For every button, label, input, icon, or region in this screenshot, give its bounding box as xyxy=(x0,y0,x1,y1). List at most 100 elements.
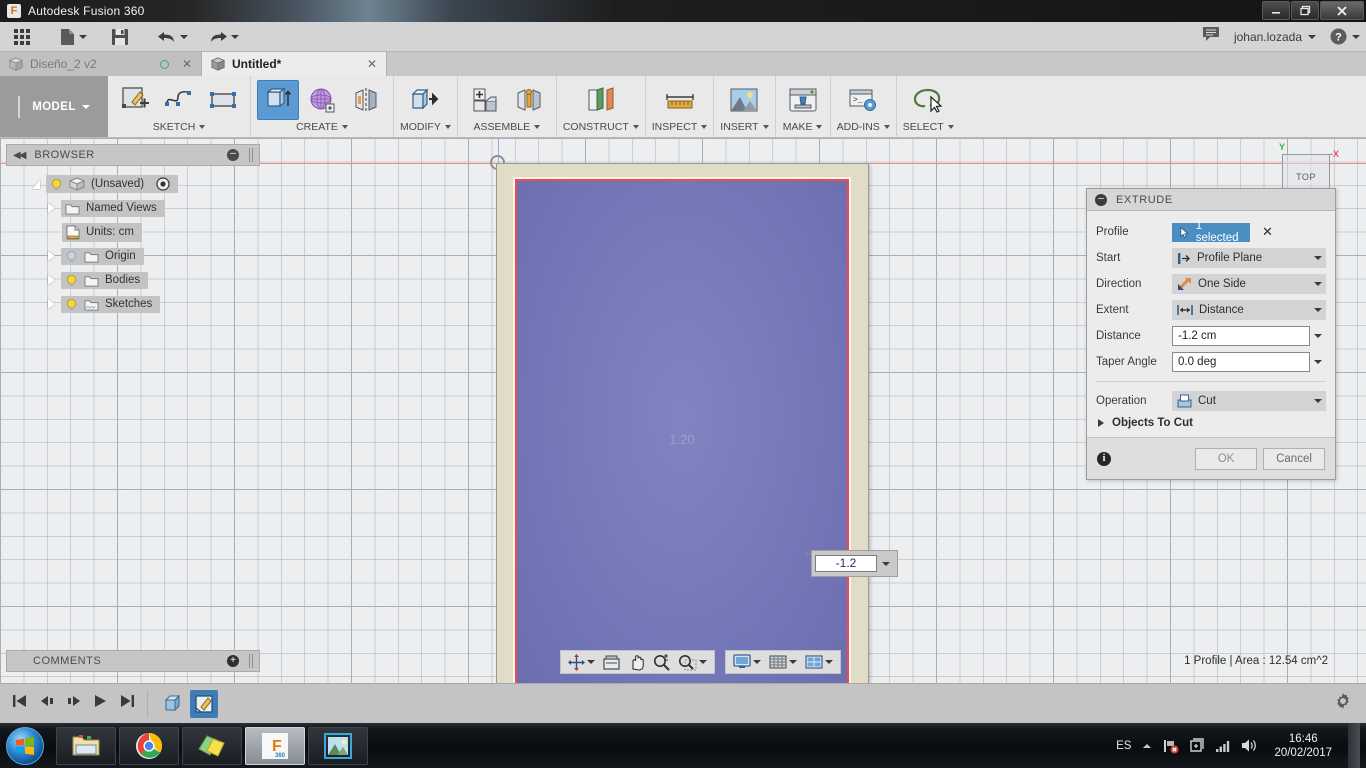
taper-angle-input[interactable]: 0.0 deg xyxy=(1172,352,1310,372)
construct-dropdown-caret-icon[interactable] xyxy=(632,125,639,129)
grid-snaps-icon[interactable] xyxy=(765,651,801,673)
grid-snaps-caret-icon[interactable] xyxy=(789,660,797,664)
activate-component-icon[interactable] xyxy=(156,177,170,191)
pan-icon[interactable] xyxy=(624,651,649,673)
ribbon-group-label-construct[interactable]: CONSTRUCT xyxy=(563,121,639,133)
photo-viewer-icon[interactable] xyxy=(308,726,368,765)
clear-selection-icon[interactable]: ✕ xyxy=(1262,224,1273,240)
redo-caret-icon[interactable] xyxy=(231,34,239,39)
spline-icon[interactable] xyxy=(158,80,200,120)
offset-plane-icon[interactable] xyxy=(580,80,622,120)
step-forward-icon[interactable] xyxy=(66,694,82,713)
help-menu[interactable]: ? xyxy=(1330,28,1360,45)
orbit-icon[interactable] xyxy=(564,651,599,673)
inspect-dropdown-caret-icon[interactable] xyxy=(701,125,708,129)
visibility-bulb-icon[interactable] xyxy=(65,250,78,263)
operation-dropdown[interactable]: Cut xyxy=(1172,391,1326,411)
ribbon-group-label-insert[interactable]: INSERT xyxy=(720,121,769,133)
tree-item-origin[interactable]: Origin xyxy=(6,244,260,268)
start-caret-icon[interactable] xyxy=(1314,256,1322,260)
distance-input[interactable]: -1.2 cm xyxy=(1172,326,1310,346)
sketch-dropdown-caret-icon[interactable] xyxy=(199,125,206,129)
objects-to-cut-expander[interactable]: Objects To Cut xyxy=(1087,414,1335,437)
orbit-caret-icon[interactable] xyxy=(587,660,595,664)
sticky-notes-icon[interactable] xyxy=(182,726,242,765)
extent-dropdown[interactable]: Distance xyxy=(1172,300,1326,320)
plus-icon[interactable]: + xyxy=(227,655,239,667)
assemble-dropdown-caret-icon[interactable] xyxy=(534,125,541,129)
play-icon[interactable] xyxy=(93,694,108,713)
select-dropdown-caret-icon[interactable] xyxy=(947,125,954,129)
display-settings-caret-icon[interactable] xyxy=(753,660,761,664)
inline-distance-caret-icon[interactable] xyxy=(877,554,894,573)
undo-button[interactable] xyxy=(152,24,193,50)
ribbon-group-label-sketch[interactable]: SKETCH xyxy=(153,121,206,133)
insert-dropdown-caret-icon[interactable] xyxy=(762,125,769,129)
make-dropdown-caret-icon[interactable] xyxy=(816,125,823,129)
maximize-button[interactable] xyxy=(1291,1,1319,20)
extrude-icon[interactable] xyxy=(257,80,299,120)
workspace-switcher-button[interactable]: MODEL xyxy=(0,76,108,137)
save-button[interactable] xyxy=(106,24,134,50)
go-to-beginning-icon[interactable] xyxy=(12,694,28,713)
windows-start-icon[interactable] xyxy=(6,726,44,765)
create-sketch-icon[interactable] xyxy=(114,80,156,120)
scripts-addins-icon[interactable]: >_ xyxy=(842,80,884,120)
google-chrome-icon[interactable] xyxy=(119,726,179,765)
new-document-button[interactable] xyxy=(54,24,92,50)
fit-icon[interactable] xyxy=(674,651,711,673)
operation-caret-icon[interactable] xyxy=(1314,399,1322,403)
minimize-button[interactable] xyxy=(1262,1,1290,20)
expand-triangle-icon[interactable] xyxy=(1098,419,1104,427)
tree-item-sketches[interactable]: Sketches xyxy=(6,292,260,316)
signal-bars-icon[interactable] xyxy=(1215,739,1231,753)
select-lasso-icon[interactable] xyxy=(907,80,949,120)
measure-icon[interactable] xyxy=(659,80,701,120)
expand-triangle-icon[interactable] xyxy=(48,251,55,261)
ok-button[interactable]: OK xyxy=(1195,447,1257,470)
close-button[interactable] xyxy=(1320,1,1364,20)
ribbon-group-label-addins[interactable]: ADD-INS xyxy=(837,121,890,133)
profile-selection-button[interactable]: 1 selected xyxy=(1172,220,1250,244)
visibility-bulb-icon[interactable] xyxy=(50,178,63,191)
comment-bubble-icon[interactable] xyxy=(1202,26,1220,47)
tree-item-units[interactable]: Units: cm xyxy=(6,220,260,244)
viewports-caret-icon[interactable] xyxy=(825,660,833,664)
expand-triangle-icon[interactable] xyxy=(48,275,55,285)
selected-profile-face[interactable]: 1.20 xyxy=(513,177,851,683)
document-tab-diseno2[interactable]: Diseño_2 v2 ✕ xyxy=(0,52,202,76)
viewports-icon[interactable] xyxy=(801,651,837,673)
help-menu-caret-icon[interactable] xyxy=(1352,34,1360,39)
minus-icon[interactable]: – xyxy=(227,149,239,161)
language-indicator[interactable]: ES xyxy=(1116,740,1131,752)
show-desktop-button[interactable] xyxy=(1348,723,1360,768)
volume-icon[interactable] xyxy=(1241,738,1258,753)
step-back-icon[interactable] xyxy=(39,694,55,713)
fit-caret-icon[interactable] xyxy=(699,660,707,664)
minus-icon[interactable]: – xyxy=(1095,193,1107,206)
user-menu[interactable]: johan.lozada xyxy=(1234,30,1316,44)
tree-item-named-views[interactable]: Named Views xyxy=(6,196,260,220)
expand-triangle-icon[interactable] xyxy=(48,299,55,309)
collapse-left-icon[interactable]: ◀◀ xyxy=(13,150,26,161)
undo-caret-icon[interactable] xyxy=(180,34,188,39)
rectangle-icon[interactable] xyxy=(202,80,244,120)
expand-triangle-icon[interactable] xyxy=(48,203,55,213)
file-explorer-icon[interactable] xyxy=(56,726,116,765)
3d-print-icon[interactable] xyxy=(782,80,824,120)
ribbon-group-label-inspect[interactable]: INSPECT xyxy=(652,121,708,133)
addins-dropdown-caret-icon[interactable] xyxy=(883,125,890,129)
gear-icon[interactable] xyxy=(1334,692,1352,715)
user-menu-caret-icon[interactable] xyxy=(1308,34,1316,39)
press-pull-icon[interactable] xyxy=(404,80,446,120)
ribbon-group-label-assemble[interactable]: ASSEMBLE xyxy=(474,121,541,133)
create-dropdown-caret-icon[interactable] xyxy=(341,125,348,129)
tree-item-bodies[interactable]: Bodies xyxy=(6,268,260,292)
visibility-bulb-icon[interactable] xyxy=(65,274,78,287)
taskbar-clock[interactable]: 16:46 20/02/2017 xyxy=(1274,732,1332,760)
new-document-caret-icon[interactable] xyxy=(79,34,87,39)
document-tab-untitled[interactable]: Untitled* ✕ xyxy=(202,52,387,76)
display-settings-icon[interactable] xyxy=(729,651,765,673)
timeline-feature-sketch[interactable] xyxy=(190,689,218,718)
go-to-end-icon[interactable] xyxy=(119,694,135,713)
